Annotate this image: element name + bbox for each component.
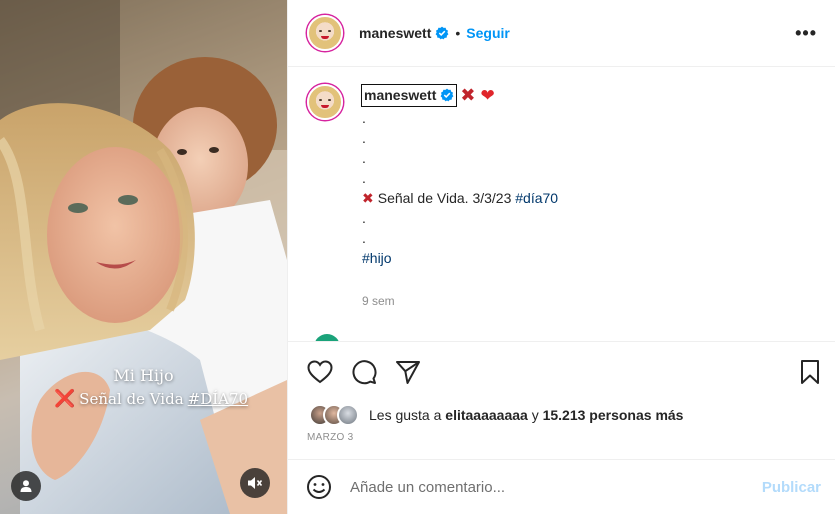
emoji-button[interactable] (306, 474, 332, 500)
caption-username[interactable]: maneswett (361, 84, 458, 107)
story-overlay-caption: ❌ Señal de Vida #DÍA70 (54, 389, 248, 409)
likes-summary[interactable]: Les gusta a elitaaaaaaaa y 15.213 person… (309, 404, 683, 426)
comments-section[interactable]: maneswett ✖ ❤ . . . . ✖ Señal de Vida. 3/… (288, 68, 835, 341)
likes-middle: y (527, 407, 543, 423)
header-separator: • (455, 25, 461, 41)
publish-button[interactable]: Publicar (762, 479, 821, 496)
caption-line: . (362, 110, 366, 126)
story-overlay-text: Señal de Vida (79, 390, 184, 408)
verified-badge-icon (440, 88, 454, 102)
liker-avatars (309, 404, 365, 426)
cross-mark-emoji: ✖ (362, 191, 374, 207)
like-button[interactable] (307, 359, 333, 385)
bookmark-icon (801, 360, 819, 384)
post-date[interactable]: MARZO 3 (307, 432, 354, 443)
comment-input[interactable] (350, 478, 740, 496)
caption-timestamp[interactable]: 9 sem (362, 294, 395, 308)
caption-signal-line: ✖ Señal de Vida. 3/3/23 #día70 (362, 188, 558, 208)
caption-avatar[interactable] (307, 84, 343, 120)
post-actions-bar (288, 341, 835, 401)
comment-avatar[interactable] (314, 334, 340, 341)
speaker-muted-icon (248, 477, 263, 489)
heart-emoji: ❤ (480, 85, 495, 106)
story-overlay-tag: #DÍA70 (187, 390, 249, 408)
red-cross-emoji: ❌ (54, 389, 76, 409)
post-header: maneswett • Seguir ••• (288, 0, 835, 67)
caption-line: . (362, 170, 366, 186)
user-icon (20, 480, 32, 492)
share-button[interactable] (395, 359, 421, 385)
hashtag-link[interactable]: #día70 (515, 190, 558, 206)
post-photo (0, 0, 287, 514)
caption-line: . (362, 230, 366, 246)
avatar[interactable] (307, 15, 343, 51)
share-icon (396, 361, 420, 384)
hashtag-link[interactable]: #hijo (362, 250, 392, 266)
likes-count[interactable]: 15.213 personas más (543, 407, 684, 423)
post-media[interactable]: Mi Hijo ❌ Señal de Vida #DÍA70 (0, 0, 287, 514)
caption-hashtag-line: #hijo (362, 248, 558, 268)
caption-signal-text: Señal de Vida. 3/3/23 (377, 190, 516, 206)
heart-icon (307, 360, 333, 384)
avatar (337, 404, 359, 426)
more-options-icon[interactable]: ••• (795, 23, 817, 44)
caption-text: . . . . ✖ Señal de Vida. 3/3/23 #día70 . … (362, 108, 558, 268)
follow-button[interactable]: Seguir (466, 25, 510, 41)
save-button[interactable] (797, 359, 823, 385)
verified-badge-icon (435, 26, 449, 40)
header-username[interactable]: maneswett (359, 25, 431, 41)
tagged-users-button[interactable] (11, 471, 41, 501)
comment-button[interactable] (351, 359, 377, 385)
mute-button[interactable] (240, 468, 270, 498)
caption-line: . (362, 150, 366, 166)
caption-header: maneswett ✖ ❤ (361, 84, 495, 107)
comment-icon (352, 360, 377, 385)
likes-prefix: Les gusta a (369, 407, 446, 423)
story-overlay-title: Mi Hijo (113, 366, 174, 385)
post-details-panel: maneswett • Seguir ••• maneswett ✖ ❤ . .… (287, 0, 835, 514)
emoji-icon (307, 475, 331, 499)
add-comment-bar: Publicar (288, 459, 835, 514)
caption-line: . (362, 210, 366, 226)
caption-line: . (362, 130, 366, 146)
caption-username-text: maneswett (364, 87, 437, 103)
likes-text: Les gusta a elitaaaaaaaa y 15.213 person… (369, 407, 683, 423)
liker-username[interactable]: elitaaaaaaaa (445, 407, 528, 423)
cross-mark-emoji: ✖ (460, 85, 476, 106)
